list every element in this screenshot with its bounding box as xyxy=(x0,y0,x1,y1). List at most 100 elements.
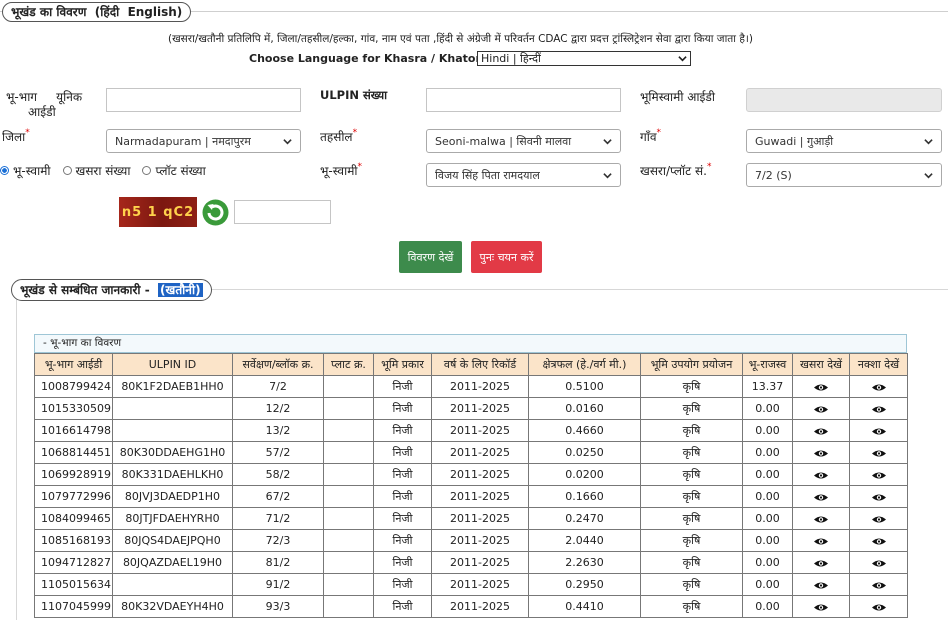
view-khasra-cell[interactable] xyxy=(792,463,850,486)
lang-english-link[interactable]: English) xyxy=(128,5,183,19)
table-cell: 67/2 xyxy=(232,485,324,508)
table-cell: कृषि xyxy=(640,397,743,420)
reset-button[interactable]: पुनः चयन करें xyxy=(471,241,542,273)
district-value: Narmadapuram | नमदापुरम xyxy=(115,134,251,148)
view-khasra-cell[interactable] xyxy=(792,529,850,552)
table-cell: 1105015634 xyxy=(34,573,113,596)
view-khasra-icon[interactable] xyxy=(813,402,829,415)
owner-label: भू-स्वामी* xyxy=(320,162,362,179)
view-khasra-icon[interactable] xyxy=(813,512,829,525)
table-cell: 80JTJFDAEHYRH0 xyxy=(112,507,233,530)
view-map-cell[interactable] xyxy=(849,595,908,618)
table-row: 1008799424 80K1F2DAEB1HH0 7/2 निजी 2011-2025… xyxy=(34,375,908,398)
table-cell: 0.00 xyxy=(742,529,793,552)
view-map-cell[interactable] xyxy=(849,441,908,464)
col-header: प्लाट क्र. xyxy=(323,353,374,376)
khatoni-highlight[interactable]: (खतौनी) xyxy=(158,283,203,297)
view-map-icon[interactable] xyxy=(871,446,887,459)
view-map-cell[interactable] xyxy=(849,419,908,442)
table-row: 1068814451 80K30DDAEHG1H0 57/2 निजी 2011-202… xyxy=(34,441,908,464)
table-cell: निजी xyxy=(373,507,432,530)
radio-dot-checked[interactable] xyxy=(0,166,9,175)
table-cell: 1085168193 xyxy=(34,529,113,552)
lang-hindi-link[interactable]: (हिंदी xyxy=(95,5,119,19)
table-cell: 2011-2025 xyxy=(431,441,529,464)
district-select[interactable]: Narmadapuram | नमदापुरम xyxy=(106,129,301,153)
view-map-icon[interactable] xyxy=(871,600,887,613)
view-khasra-cell[interactable] xyxy=(792,375,850,398)
search-type-radio-group: भू-स्वामी खसरा संख्या प्लॉट संख्या xyxy=(0,162,206,179)
view-map-icon[interactable] xyxy=(871,490,887,503)
view-details-button[interactable]: विवरण देखें xyxy=(399,241,462,273)
radio-owner[interactable]: भू-स्वामी xyxy=(0,162,51,179)
view-khasra-cell[interactable] xyxy=(792,573,850,596)
view-map-cell[interactable] xyxy=(849,551,908,574)
view-khasra-cell[interactable] xyxy=(792,485,850,508)
view-khasra-icon[interactable] xyxy=(813,468,829,481)
view-map-cell[interactable] xyxy=(849,529,908,552)
radio-dot[interactable] xyxy=(62,166,72,175)
view-khasra-icon[interactable] xyxy=(813,490,829,503)
view-khasra-cell[interactable] xyxy=(792,595,850,618)
view-khasra-icon[interactable] xyxy=(813,600,829,613)
captcha-input[interactable] xyxy=(234,200,331,224)
view-map-icon[interactable] xyxy=(871,468,887,481)
view-khasra-icon[interactable] xyxy=(813,578,829,591)
view-khasra-icon[interactable] xyxy=(813,556,829,569)
view-map-icon[interactable] xyxy=(871,380,887,393)
radio-plot-label: प्लॉट संख्या xyxy=(155,164,206,178)
view-map-icon[interactable] xyxy=(871,578,887,591)
table-cell: 71/2 xyxy=(232,507,324,530)
view-map-icon[interactable] xyxy=(871,424,887,437)
view-khasra-icon[interactable] xyxy=(813,424,829,437)
view-map-icon[interactable] xyxy=(871,512,887,525)
chevron-down-icon xyxy=(283,138,292,144)
unique-id-input[interactable] xyxy=(106,88,301,112)
table-cell xyxy=(323,397,374,420)
table-cell: 1016614798 xyxy=(34,419,113,442)
tehsil-label-text: तहसील xyxy=(320,130,353,144)
view-map-cell[interactable] xyxy=(849,573,908,596)
table-cell: 0.00 xyxy=(742,595,793,618)
view-map-icon[interactable] xyxy=(871,556,887,569)
owner-select[interactable]: विजय सिंह पिता रामदयाल xyxy=(426,163,621,187)
required-mark: * xyxy=(357,162,363,172)
table-cell: 12/2 xyxy=(232,397,324,420)
khasra-select[interactable]: 7/2 (S) xyxy=(746,163,942,187)
view-map-icon[interactable] xyxy=(871,402,887,415)
tehsil-select[interactable]: Seoni-malwa | सिवनी मालवा xyxy=(426,129,621,153)
view-map-cell[interactable] xyxy=(849,507,908,530)
table-cell: 0.00 xyxy=(742,441,793,464)
radio-plot[interactable]: प्लॉट संख्या xyxy=(142,162,206,179)
view-map-icon[interactable] xyxy=(871,534,887,547)
table-cell: 80K30DDAEHG1H0 xyxy=(112,441,233,464)
language-select[interactable]: Hindi | हिन्दीं xyxy=(477,51,691,66)
view-khasra-icon[interactable] xyxy=(813,534,829,547)
view-map-cell[interactable] xyxy=(849,375,908,398)
view-map-cell[interactable] xyxy=(849,397,908,420)
radio-khasra[interactable]: खसरा संख्या xyxy=(62,162,130,179)
table-cell xyxy=(323,419,374,442)
view-khasra-cell[interactable] xyxy=(792,419,850,442)
table-cell xyxy=(323,463,374,486)
view-khasra-cell[interactable] xyxy=(792,551,850,574)
table-cell: 2011-2025 xyxy=(431,595,529,618)
view-map-cell[interactable] xyxy=(849,485,908,508)
ulpin-input[interactable] xyxy=(426,88,621,112)
table-cell: 80JQS4DAEJPQH0 xyxy=(112,529,233,552)
village-select[interactable]: Guwadi | गुआड़ी xyxy=(746,129,942,153)
view-khasra-icon[interactable] xyxy=(813,446,829,459)
view-map-cell[interactable] xyxy=(849,463,908,486)
tehsil-label: तहसील* xyxy=(320,128,357,145)
view-khasra-cell[interactable] xyxy=(792,441,850,464)
col-header: भूमि उपयोग प्रयोजन xyxy=(640,353,743,376)
refresh-captcha-icon[interactable] xyxy=(201,198,230,227)
table-cell: 1069928919 xyxy=(34,463,113,486)
table-cell: 0.00 xyxy=(742,397,793,420)
view-khasra-cell[interactable] xyxy=(792,507,850,530)
owner-value: विजय सिंह पिता रामदयाल xyxy=(435,168,540,182)
table-cell: 58/2 xyxy=(232,463,324,486)
radio-dot[interactable] xyxy=(142,166,152,175)
view-khasra-icon[interactable] xyxy=(813,380,829,393)
view-khasra-cell[interactable] xyxy=(792,397,850,420)
